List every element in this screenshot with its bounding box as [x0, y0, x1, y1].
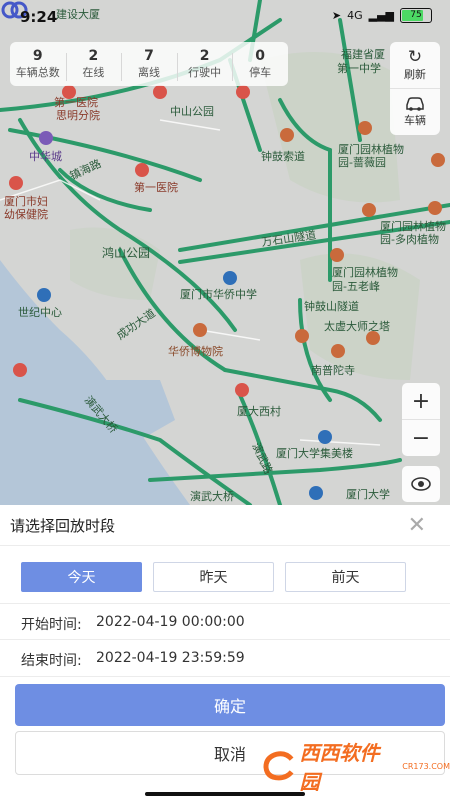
map-label: 第一医院 — [54, 95, 98, 109]
network-type: 4G — [347, 9, 363, 22]
map-label: 思明分院 — [56, 108, 100, 122]
map-label: 鸿山公园 — [102, 246, 150, 260]
map-label: 成功大道 — [114, 306, 158, 343]
watermark-url: CR173.COM — [402, 761, 450, 771]
sheet-header: 请选择回放时段 ✕ — [0, 505, 450, 546]
signal-icon: ▂▄▆ — [368, 9, 394, 22]
end-time-value[interactable]: 2022-04-19 23:59:59 — [96, 650, 245, 666]
zoom-controls: + − — [402, 383, 440, 456]
watermark-logo-icon — [263, 751, 294, 781]
map-label: 钟鼓索道 — [261, 149, 305, 163]
map-label: 厦门大学集美楼 — [276, 446, 353, 460]
vehicle-stats-card: 9 车辆总数 2 在线 7 离线 2 行驶中 0 停车 — [10, 42, 288, 86]
map-label: 演武路 — [249, 440, 276, 476]
stat-label: 在线 — [82, 66, 105, 79]
playback-period-sheet: 请选择回放时段 ✕ 今天 昨天 前天 开始时间: 2022-04-19 00:0… — [0, 505, 450, 800]
stat-parked[interactable]: 0 停车 — [232, 47, 288, 81]
zoom-in-button[interactable]: + — [402, 383, 440, 419]
map-label: 厦门市妇 — [4, 194, 48, 208]
map-label: 福建省厦 — [341, 47, 385, 61]
vehicle-list-button[interactable]: 车辆 — [390, 88, 440, 135]
stat-value: 9 — [32, 48, 43, 64]
stat-online[interactable]: 2 在线 — [65, 47, 122, 81]
end-time-row[interactable]: 结束时间: 2022-04-19 23:59:59 — [0, 639, 450, 677]
map-label: 厦门园林植物 — [332, 265, 398, 279]
map-label: 园-五老峰 — [332, 280, 380, 293]
location-arrow-icon: ➤ — [331, 9, 342, 22]
watermark: 西西软件园 CR173.COM — [262, 741, 450, 794]
refresh-label: 刷新 — [404, 68, 426, 81]
end-time-label: 结束时间: — [21, 653, 82, 669]
stat-label: 车辆总数 — [15, 66, 60, 79]
status-icons: ➤ 4G ▂▄▆ 75 — [332, 8, 432, 23]
status-time: 9:24 — [20, 8, 58, 26]
confirm-button[interactable]: 确定 — [15, 684, 445, 726]
day-tabs: 今天 昨天 前天 — [21, 562, 406, 592]
stat-value: 7 — [144, 48, 154, 64]
refresh-button[interactable]: ↻ 刷新 — [390, 42, 440, 88]
car-icon — [406, 97, 424, 111]
status-bar: 9:24 ➤ 4G ▂▄▆ 75 — [0, 0, 450, 34]
map-label: 南普陀寺 — [311, 363, 355, 377]
map-label: 厦门大学 — [346, 487, 390, 501]
map-label: 厦门园林植物 — [380, 219, 446, 233]
map-label: 世纪中心 — [18, 306, 62, 319]
sheet-title: 请选择回放时段 — [10, 517, 116, 535]
stat-label: 行驶中 — [188, 66, 222, 79]
tab-day-before-yesterday[interactable]: 前天 — [285, 562, 406, 592]
map-label: 第一中学 — [337, 61, 381, 75]
battery-icon: 75 — [400, 8, 432, 23]
battery-level: 75 — [410, 10, 422, 20]
map-label: 第一医院 — [134, 180, 178, 194]
stat-label: 离线 — [137, 66, 160, 79]
map-label: 厦大西村 — [237, 404, 281, 418]
map-label: 幼保健院 — [4, 207, 48, 221]
eye-locate-icon — [411, 477, 431, 491]
map-side-controls: ↻ 刷新 车辆 — [390, 42, 440, 135]
stat-driving[interactable]: 2 行驶中 — [176, 47, 233, 81]
tab-yesterday[interactable]: 昨天 — [153, 562, 274, 592]
stat-value: 2 — [88, 48, 99, 64]
map-label: 厦门园林植物 — [338, 142, 404, 156]
map-label: 演武大桥 — [190, 489, 234, 503]
map-label: 中山公园 — [170, 105, 214, 118]
zoom-out-button[interactable]: − — [402, 419, 440, 456]
stat-value: 2 — [199, 48, 210, 64]
stat-value: 0 — [255, 48, 266, 64]
stat-label: 停车 — [249, 66, 272, 79]
home-indicator — [145, 792, 305, 796]
map-label: 厦门市华侨中学 — [180, 287, 257, 301]
map-label: 太虚大师之塔 — [324, 319, 390, 333]
map-label: 园-多肉植物 — [380, 232, 439, 246]
vehicle-label: 车辆 — [404, 114, 426, 127]
refresh-icon: ↻ — [407, 47, 423, 67]
map-label: 园-蔷薇园 — [338, 156, 386, 169]
start-time-value[interactable]: 2022-04-19 00:00:00 — [96, 614, 245, 630]
stat-total[interactable]: 9 车辆总数 — [10, 47, 66, 81]
watermark-brand: 西西软件园 — [299, 741, 380, 794]
map-label: 镇海路 — [67, 156, 103, 183]
tab-today[interactable]: 今天 — [21, 562, 142, 592]
start-time-row[interactable]: 开始时间: 2022-04-19 00:00:00 — [0, 603, 450, 640]
map-label: 中华城 — [29, 149, 62, 163]
close-icon[interactable]: ✕ — [408, 513, 426, 538]
start-time-label: 开始时间: — [21, 617, 82, 633]
map-label: 钟鼓山隧道 — [304, 299, 359, 313]
stat-offline[interactable]: 7 离线 — [121, 47, 177, 81]
map-label: 华侨博物院 — [168, 344, 223, 358]
locate-button[interactable] — [402, 466, 440, 502]
